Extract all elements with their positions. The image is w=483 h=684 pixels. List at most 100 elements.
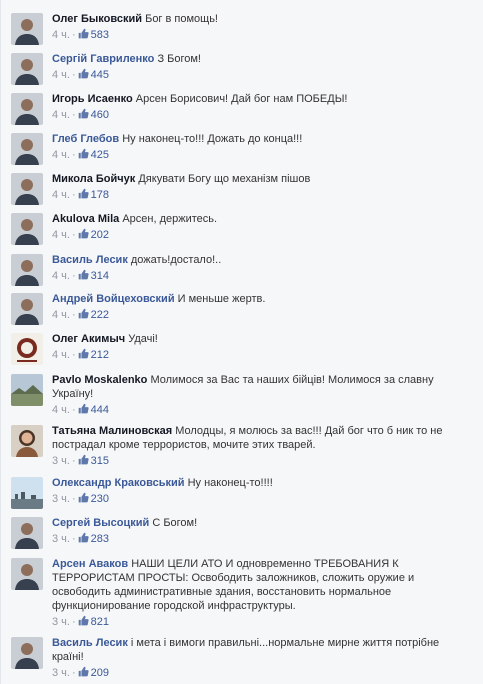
comment-time[interactable]: 3 ч.: [52, 455, 70, 467]
like-icon[interactable]: [78, 148, 89, 159]
comment-author[interactable]: Сергій Гавриленко: [52, 53, 154, 65]
comment-meta: 4 ч. · 202: [52, 228, 109, 241]
like-count[interactable]: 444: [91, 404, 109, 416]
comment-author[interactable]: Олег Быковский: [52, 13, 142, 25]
comment-author[interactable]: Татьяна Малиновская: [52, 425, 172, 437]
comment-time[interactable]: 3 ч.: [52, 616, 70, 628]
comment-time[interactable]: 4 ч.: [52, 309, 70, 321]
comment-time[interactable]: 4 ч.: [52, 109, 70, 121]
comment-author[interactable]: Арсен Аваков: [52, 558, 128, 570]
like-icon[interactable]: [78, 492, 89, 503]
comment-author[interactable]: Akulova Mila: [52, 213, 119, 225]
avatar[interactable]: [11, 637, 43, 669]
comment-time[interactable]: 3 ч.: [52, 533, 70, 545]
avatar[interactable]: [11, 333, 43, 365]
comment-body: Татьяна Малиновская Молодцы, я молюсь за…: [52, 424, 472, 468]
comment-body: Микола Бойчук Дякувати Богу що механізм …: [52, 172, 472, 202]
comment-text: Арсен Борисович! Дай бог нам ПОБЕДЫ!: [135, 93, 348, 105]
comment-body: Василь Лесик і мета і вимоги правильні..…: [52, 636, 472, 680]
avatar[interactable]: [11, 213, 43, 245]
like-icon[interactable]: [78, 308, 89, 319]
like-icon[interactable]: [78, 666, 89, 677]
like-count[interactable]: 230: [91, 493, 109, 505]
like-icon[interactable]: [78, 188, 89, 199]
comment-text: Удачі!: [128, 333, 158, 345]
comment-author[interactable]: Василь Лесик: [52, 637, 128, 649]
like-icon[interactable]: [78, 454, 89, 465]
avatar[interactable]: [11, 254, 43, 286]
like-icon[interactable]: [78, 68, 89, 79]
like-count[interactable]: 460: [91, 109, 109, 121]
like-icon[interactable]: [78, 403, 89, 414]
like-icon[interactable]: [78, 28, 89, 39]
comment-text: С Богом!: [152, 517, 198, 529]
avatar[interactable]: [11, 93, 43, 125]
comment-author[interactable]: Pavlo Moskalenko: [52, 374, 147, 386]
like-icon[interactable]: [78, 348, 89, 359]
comment-meta: 3 ч. · 821: [52, 615, 109, 628]
avatar[interactable]: [11, 133, 43, 165]
like-count[interactable]: 222: [91, 309, 109, 321]
like-icon[interactable]: [78, 615, 89, 626]
comment-author[interactable]: Сергей Высоцкий: [52, 517, 149, 529]
like-count[interactable]: 583: [91, 29, 109, 41]
comment-author[interactable]: Микола Бойчук: [52, 173, 135, 185]
like-count[interactable]: 821: [91, 616, 109, 628]
like-count[interactable]: 283: [91, 533, 109, 545]
comment-time[interactable]: 4 ч.: [52, 69, 70, 81]
comment-text: Ну наконец-то!!!!: [187, 477, 273, 489]
comment-body: Сергей Высоцкий С Богом! 3 ч. · 283: [52, 516, 472, 546]
comment-time[interactable]: 3 ч.: [52, 667, 70, 679]
like-count[interactable]: 212: [91, 349, 109, 361]
comment-meta: 4 ч. · 445: [52, 68, 109, 81]
like-icon[interactable]: [78, 269, 89, 280]
avatar[interactable]: [11, 53, 43, 85]
avatar[interactable]: [11, 173, 43, 205]
like-count[interactable]: 202: [91, 229, 109, 241]
avatar[interactable]: [11, 13, 43, 45]
avatar[interactable]: [11, 558, 43, 590]
comment-body: Олександр Краковський Ну наконец-то!!!! …: [52, 476, 472, 506]
comment-time[interactable]: 4 ч.: [52, 270, 70, 282]
like-icon[interactable]: [78, 228, 89, 239]
comment-author[interactable]: Игорь Исаенко: [52, 93, 133, 105]
comment-author[interactable]: Василь Лесик: [52, 254, 128, 266]
comment-meta: 3 ч. · 315: [52, 454, 109, 467]
comment-author[interactable]: Глеб Глебов: [52, 133, 119, 145]
like-count[interactable]: 315: [91, 455, 109, 467]
comment-text: И меньше жертв.: [177, 293, 266, 305]
comment-text: Дякувати Богу що механізм пішов: [138, 173, 311, 185]
comment-author[interactable]: Андрей Войцеховский: [52, 293, 175, 305]
avatar[interactable]: [11, 477, 43, 509]
comment-body: Akulova Mila Арсен, держитесь. 4 ч. · 202: [52, 212, 472, 242]
comment-body: Арсен Аваков НАШИ ЦЕЛИ АТО И одновременн…: [52, 557, 472, 629]
like-icon[interactable]: [78, 108, 89, 119]
comment-text: Ну наконец-то!!! Дожать до конца!!!: [122, 133, 303, 145]
like-icon[interactable]: [78, 532, 89, 543]
comment-time[interactable]: 4 ч.: [52, 29, 70, 41]
comment-meta: 3 ч. · 230: [52, 492, 109, 505]
avatar[interactable]: [11, 425, 43, 457]
like-count[interactable]: 425: [91, 149, 109, 161]
comment-meta: 4 ч. · 314: [52, 269, 109, 282]
avatar[interactable]: [11, 517, 43, 549]
comment-body: Pavlo Moskalenko Молимося за Вас та наши…: [52, 373, 472, 417]
comment-feed: Олег Быковский Бог в помощь! 4 ч. · 583 Се…: [0, 0, 483, 684]
like-count[interactable]: 445: [91, 69, 109, 81]
comment-time[interactable]: 4 ч.: [52, 189, 70, 201]
like-count[interactable]: 314: [91, 270, 109, 282]
avatar[interactable]: [11, 374, 43, 406]
avatar[interactable]: [11, 293, 43, 325]
like-count[interactable]: 178: [91, 189, 109, 201]
comment-body: Олег Быковский Бог в помощь! 4 ч. · 583: [52, 12, 472, 42]
comment-time[interactable]: 4 ч.: [52, 229, 70, 241]
comment-time[interactable]: 4 ч.: [52, 149, 70, 161]
comment-time[interactable]: 3 ч.: [52, 493, 70, 505]
comment-body: Василь Лесик дожать!достало!.. 4 ч. · 314: [52, 253, 472, 283]
comment-time[interactable]: 4 ч.: [52, 404, 70, 416]
comment-meta: 3 ч. · 209: [52, 666, 109, 679]
comment-time[interactable]: 4 ч.: [52, 349, 70, 361]
comment-author[interactable]: Олександр Краковський: [52, 477, 185, 489]
comment-author[interactable]: Олег Акимыч: [52, 333, 125, 345]
like-count[interactable]: 209: [91, 667, 109, 679]
